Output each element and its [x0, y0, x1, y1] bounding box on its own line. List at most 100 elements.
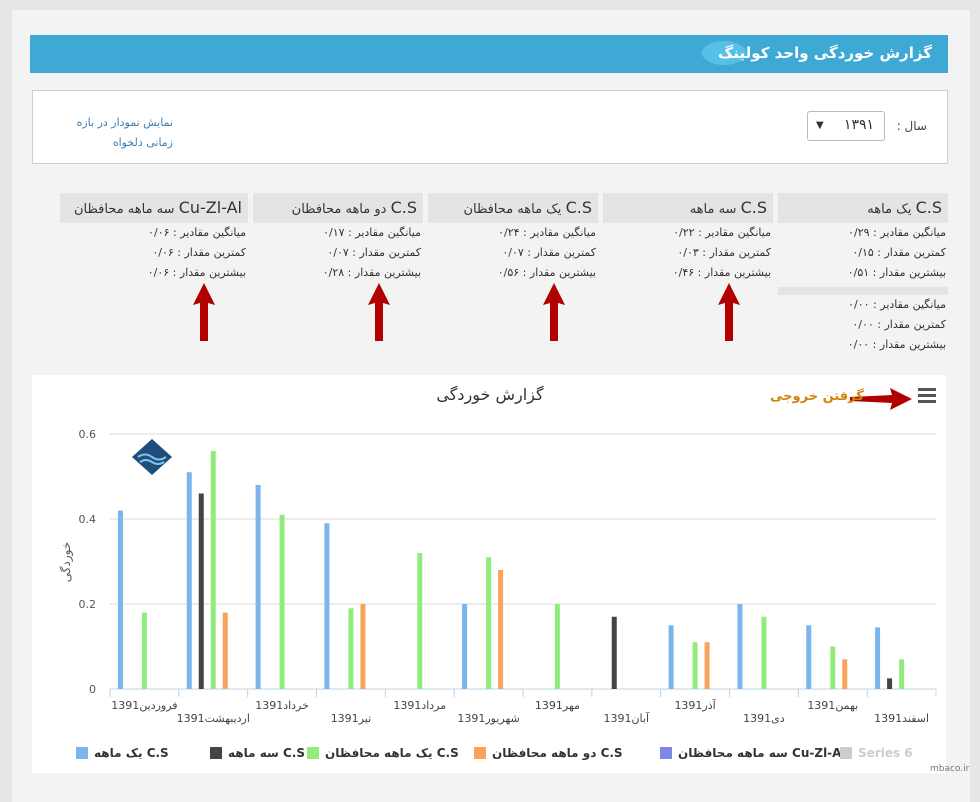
x-tick-label: آبان1391: [603, 711, 649, 725]
x-tick-label: مرداد1391: [393, 699, 446, 712]
company-logo-icon: [132, 439, 172, 475]
filter-panel: نمایش نمودار در بازه زمانی دلخواه سال : …: [32, 90, 948, 164]
bar-0-1[interactable]: [186, 472, 192, 689]
bar-3-1[interactable]: [222, 612, 228, 690]
y-axis-label: خوردگی: [59, 542, 74, 582]
bar-1-1[interactable]: [198, 493, 204, 690]
stat-card-cuzlal-three-month-protector: Cu-Zl-Al سه ماهه محافظان میانگین مقادیر …: [60, 193, 248, 283]
stat-min: کمترین مقدار : ۰/۰۷: [327, 246, 421, 259]
bar-0-2[interactable]: [255, 485, 261, 689]
legend-item-5[interactable]: Series 6: [840, 746, 913, 760]
x-tick-label: خرداد1391: [255, 699, 309, 712]
bar-1-11[interactable]: [887, 678, 893, 689]
stat-min: کمترین مقدار : ۰/۱۵: [852, 246, 946, 259]
legend-label: دو ماهه محافظان C.S: [492, 746, 623, 761]
bar-1-7[interactable]: [611, 616, 617, 689]
legend-item-1[interactable]: سه ماهه C.S: [210, 746, 305, 760]
legend-swatch: [840, 747, 852, 759]
stat-min-extra: کمترین مقدار : ۰/۰۰: [852, 318, 946, 331]
stat-card-cs-two-month-protector: C.S دو ماهه محافظان میانگین مقادیر : ۰/۱…: [253, 193, 423, 283]
bar-2-2[interactable]: [279, 514, 285, 689]
stat-card-title: C.S دو ماهه محافظان: [253, 193, 423, 223]
export-menu-button[interactable]: [918, 388, 936, 404]
red-up-arrow-icon: [193, 283, 215, 341]
stat-card-cs-one-month: C.S یک ماهه میانگین مقادیر : ۰/۲۹ کمترین…: [778, 193, 948, 355]
bar-3-10[interactable]: [842, 659, 848, 689]
stat-average: میانگین مقادیر : ۰/۲۴: [498, 226, 596, 239]
bar-2-3[interactable]: [348, 608, 354, 689]
legend-swatch: [210, 747, 222, 759]
x-tick-label: دی1391: [743, 712, 785, 725]
legend-item-3[interactable]: دو ماهه محافظان C.S: [474, 746, 623, 761]
stat-max: بیشترین مقدار : ۰/۰۶: [147, 266, 246, 279]
bar-2-8[interactable]: [692, 642, 698, 689]
bar-0-9[interactable]: [737, 604, 743, 689]
red-up-arrow-icon: [718, 283, 740, 341]
stat-max-extra: بیشترین مقدار : ۰/۰۰: [847, 338, 946, 351]
x-tick-label: مهر1391: [535, 699, 580, 712]
bar-0-0[interactable]: [117, 510, 123, 690]
bar-2-10[interactable]: [830, 646, 836, 690]
bar-2-5[interactable]: [486, 557, 492, 689]
legend-label: سه ماهه محافظان Cu-Zl-Al: [678, 746, 846, 760]
bar-2-11[interactable]: [899, 659, 905, 689]
legend-item-0[interactable]: یک ماهه C.S: [76, 746, 169, 760]
bar-2-9[interactable]: [761, 616, 767, 689]
hamburger-menu-icon-bar: [918, 394, 936, 397]
stat-divider: [778, 287, 948, 295]
bar-0-11[interactable]: [875, 627, 881, 689]
stat-max: بیشترین مقدار : ۰/۵۱: [847, 266, 946, 279]
bar-0-8[interactable]: [668, 625, 674, 689]
bar-2-1[interactable]: [210, 451, 216, 689]
red-up-arrow-icon: [368, 283, 390, 341]
stat-card-title: C.S یک ماهه محافظان: [428, 193, 598, 223]
stat-average: میانگین مقادیر : ۰/۰۶: [148, 226, 246, 239]
x-tick-label: اسفند1391: [874, 712, 929, 725]
stat-average: میانگین مقادیر : ۰/۲۲: [673, 226, 771, 239]
legend-label: یک ماهه C.S: [94, 746, 169, 760]
stat-max: بیشترین مقدار : ۰/۴۶: [672, 266, 771, 279]
watermark: mbaco.ir: [930, 764, 970, 774]
stat-average: میانگین مقادیر : ۰/۱۷: [323, 226, 421, 239]
bar-2-0[interactable]: [141, 612, 147, 690]
x-tick-label: تیر1391: [331, 712, 371, 725]
x-tick-label: بهمن1391: [807, 699, 858, 712]
legend-swatch: [307, 747, 319, 759]
y-tick-label: 0.6: [79, 428, 97, 441]
bar-3-3[interactable]: [360, 604, 366, 689]
hamburger-menu-icon-bar: [918, 400, 936, 403]
stat-min: کمترین مقدار : ۰/۰۷: [502, 246, 596, 259]
bar-0-3[interactable]: [324, 523, 330, 689]
stat-card-cs-one-month-protector: C.S یک ماهه محافظان میانگین مقادیر : ۰/۲…: [428, 193, 598, 283]
bar-0-5[interactable]: [462, 604, 468, 689]
bar-0-10[interactable]: [806, 625, 812, 689]
export-label: گرفتن خروجی: [770, 389, 864, 404]
stat-max: بیشترین مقدار : ۰/۵۶: [497, 266, 596, 279]
legend-swatch: [660, 747, 672, 759]
page-title: گزارش خوردگی واحد کولینگ: [718, 44, 932, 62]
stat-max: بیشترین مقدار : ۰/۲۸: [322, 266, 421, 279]
legend-swatch: [76, 747, 88, 759]
legend-swatch: [474, 747, 486, 759]
legend-label: یک ماهه محافظان C.S: [325, 746, 459, 760]
x-tick-label: اردیبهشت1391: [177, 712, 250, 725]
year-select[interactable]: ۱۳۹۱ ▼: [807, 111, 885, 141]
stat-card-title: Cu-Zl-Al سه ماهه محافظان: [60, 193, 248, 223]
legend-item-4[interactable]: سه ماهه محافظان Cu-Zl-Al: [660, 746, 846, 760]
legend-item-2[interactable]: یک ماهه محافظان C.S: [307, 746, 459, 760]
x-tick-label: فروردین1391: [111, 699, 177, 712]
bar-2-4[interactable]: [417, 553, 423, 689]
red-up-arrow-icon: [543, 283, 565, 341]
stat-card-cs-three-month: C.S سه ماهه میانگین مقادیر : ۰/۲۲ کمترین…: [603, 193, 773, 283]
hamburger-menu-icon: [918, 388, 936, 391]
legend-label: سه ماهه C.S: [228, 746, 305, 760]
custom-range-link[interactable]: نمایش نمودار در بازه زمانی دلخواه: [53, 113, 173, 153]
bar-3-5[interactable]: [498, 570, 504, 689]
bar-3-8[interactable]: [704, 642, 710, 689]
y-tick-label: 0.2: [79, 598, 97, 611]
year-label: سال :: [896, 119, 927, 133]
dropdown-arrow-icon: ▼: [816, 120, 824, 131]
bar-2-6[interactable]: [554, 604, 560, 689]
chart-title: گزارش خوردگی: [436, 385, 544, 405]
stat-min: کمترین مقدار : ۰/۰۳: [677, 246, 771, 259]
